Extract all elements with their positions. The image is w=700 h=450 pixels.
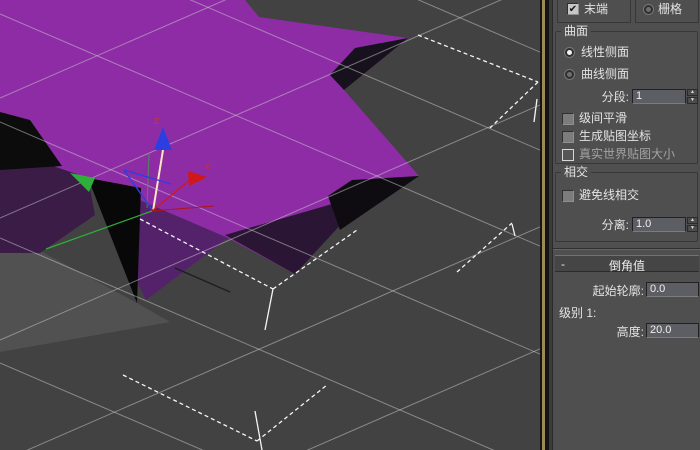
spinner-down-icon[interactable]: ▼ <box>687 225 698 232</box>
intersections-group-title: 相交 <box>561 165 592 179</box>
z-axis-label: z <box>154 115 160 127</box>
rollout-separator <box>553 248 700 250</box>
segments-label: 分段: <box>601 90 629 104</box>
height-label: 高度: <box>616 325 644 339</box>
bevel-values-rollout-title: 倒角值 <box>608 259 645 273</box>
smooth-across-levels-checkbox[interactable] <box>562 113 574 125</box>
end-checkbox-label: 末端 <box>584 2 609 16</box>
start-outline-label: 起始轮廓: <box>592 284 644 298</box>
linear-sides-radio[interactable] <box>564 47 575 58</box>
separation-label: 分离: <box>601 218 629 232</box>
segments-spinner[interactable]: ▲ ▼ <box>687 89 698 104</box>
active-viewport-border <box>542 0 545 450</box>
real-world-map-size-label: 真实世界贴图大小 <box>579 147 676 161</box>
real-world-map-size-checkbox[interactable] <box>562 149 574 161</box>
linear-sides-label: 线性侧面 <box>581 45 630 59</box>
cap-type-group: 栅格 <box>635 0 699 23</box>
spinner-up-icon[interactable]: ▲ <box>687 217 698 224</box>
start-outline-field[interactable]: 0.0 <box>646 282 699 297</box>
level1-label: 级别 1: <box>559 306 597 320</box>
keep-lines-from-crossing-label: 避免线相交 <box>579 188 640 202</box>
grid-radio-label: 栅格 <box>658 2 683 16</box>
surface-group-title: 曲面 <box>561 24 592 38</box>
curved-sides-label: 曲线侧面 <box>581 67 630 81</box>
spinner-up-icon[interactable]: ▲ <box>687 89 698 96</box>
grid-radio[interactable] <box>643 4 654 15</box>
viewport-canvas[interactable]: z x <box>0 0 540 450</box>
generate-mapping-coords-label: 生成贴图坐标 <box>579 129 652 143</box>
separation-spinner[interactable]: ▲ ▼ <box>687 217 698 232</box>
application-window: z x ✔ 末端 栅格 曲面 线性侧面 曲线侧面 分段: 1 ▲ ▼ 级间平滑 … <box>0 0 700 450</box>
generate-mapping-coords-checkbox[interactable] <box>562 131 574 143</box>
curved-sides-radio[interactable] <box>564 69 575 80</box>
spinner-down-icon[interactable]: ▼ <box>687 97 698 104</box>
smooth-across-levels-label: 级间平滑 <box>579 111 628 125</box>
viewport-panel-divider[interactable] <box>540 0 552 450</box>
caps-group: ✔ 末端 <box>557 0 631 23</box>
separation-field[interactable]: 1.0 <box>632 217 686 232</box>
x-axis-label: x <box>205 161 210 171</box>
segments-field[interactable]: 1 <box>632 89 686 104</box>
keep-lines-from-crossing-checkbox[interactable] <box>562 190 574 202</box>
end-checkbox[interactable]: ✔ <box>567 3 579 15</box>
check-icon: ✔ <box>568 4 578 15</box>
height-field[interactable]: 20.0 <box>646 323 699 338</box>
bevel-values-rollout-header[interactable]: - 倒角值 <box>555 255 699 273</box>
surface-group: 曲面 线性侧面 曲线侧面 分段: 1 ▲ ▼ 级间平滑 生成贴图坐标 真实世界贴… <box>555 24 698 164</box>
perspective-viewport[interactable]: z x <box>0 0 540 450</box>
command-panel: ✔ 末端 栅格 曲面 线性侧面 曲线侧面 分段: 1 ▲ ▼ 级间平滑 生成贴图… <box>552 0 700 450</box>
intersections-group: 相交 避免线相交 分离: 1.0 ▲ ▼ <box>555 165 698 242</box>
